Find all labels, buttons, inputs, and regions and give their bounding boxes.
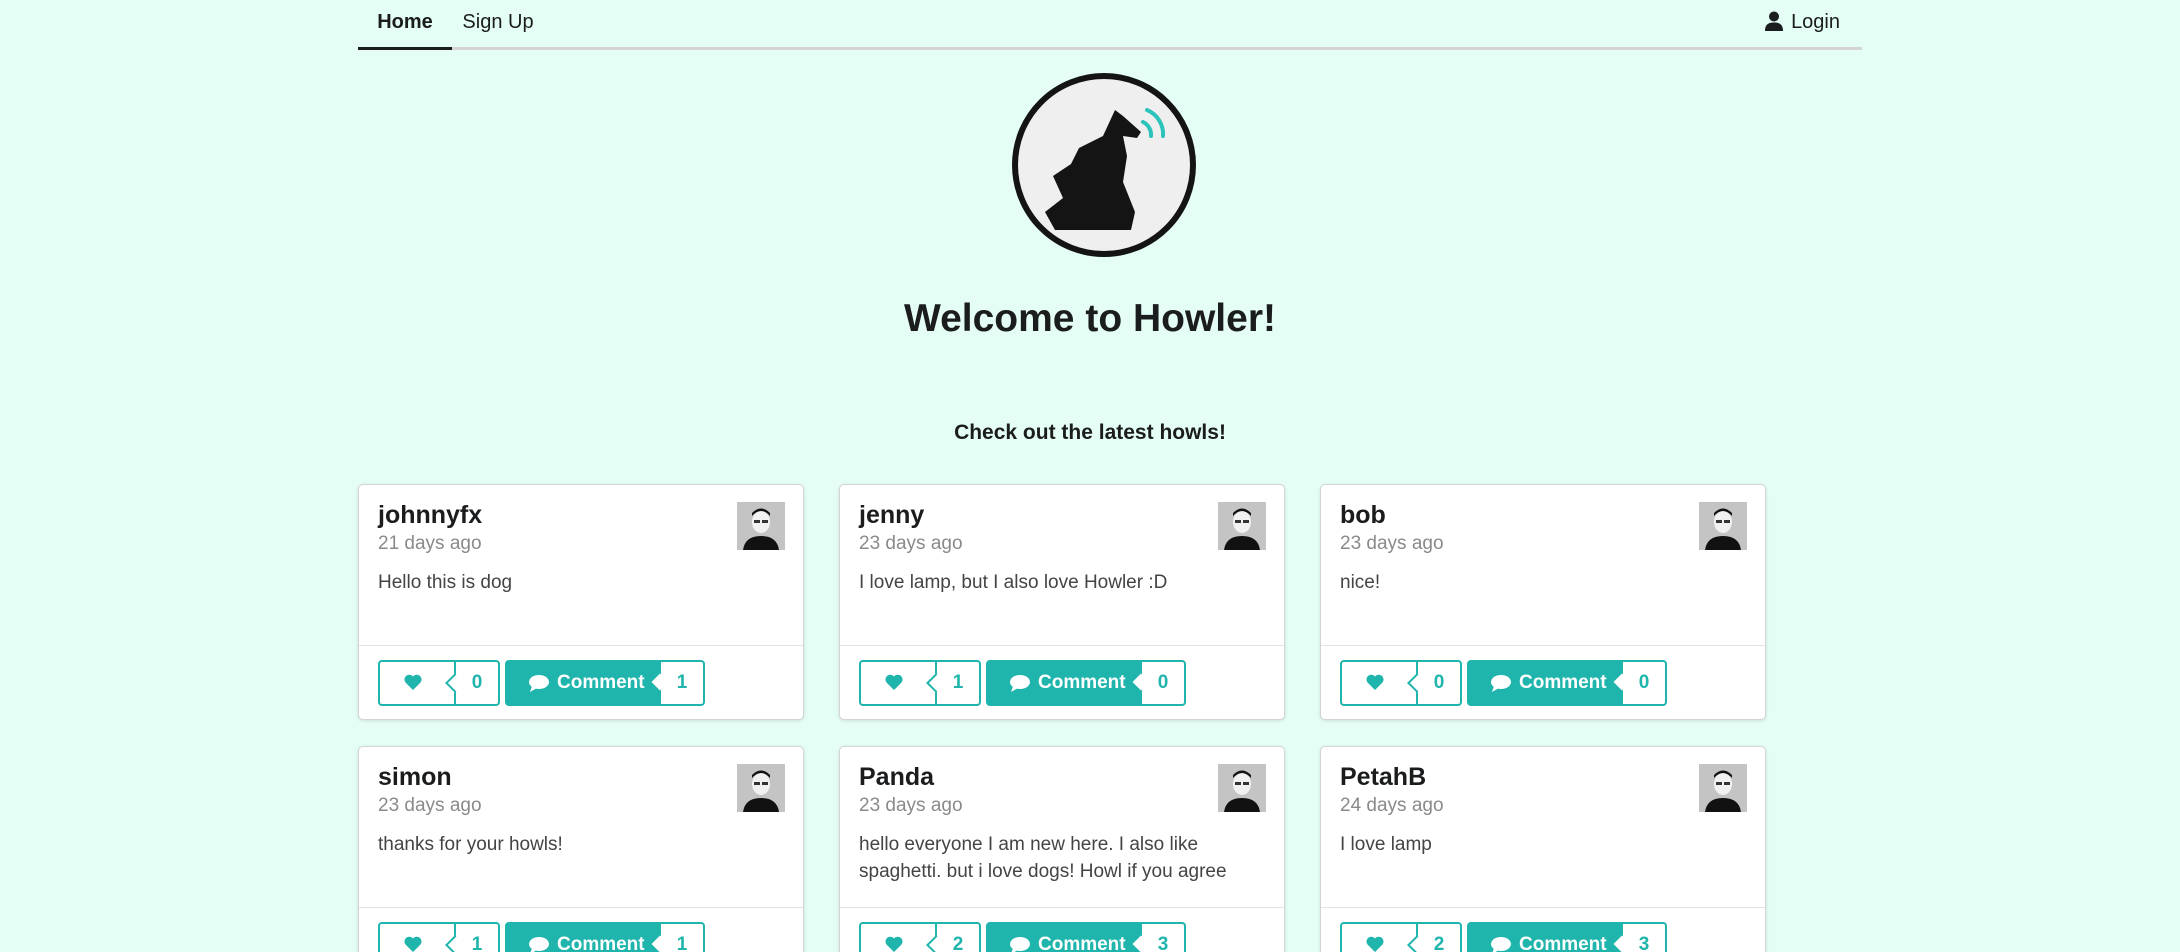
nav-login-link[interactable]: Login: [1720, 0, 1840, 50]
like-button[interactable]: 0: [378, 660, 500, 706]
page-title: Welcome to Howler!: [903, 297, 1276, 340]
like-button[interactable]: 2: [1340, 922, 1462, 952]
like-count: 1: [935, 662, 979, 704]
comment-icon: [1010, 937, 1030, 952]
like-button[interactable]: 1: [378, 922, 500, 952]
howl-timestamp: 23 days ago: [859, 795, 963, 816]
like-button[interactable]: 1: [859, 660, 981, 706]
howl-username[interactable]: jenny: [859, 501, 924, 530]
comment-label: Comment: [1038, 672, 1126, 693]
top-navigation: Home Sign Up Login: [358, 0, 1862, 50]
comment-count: 3: [1623, 924, 1665, 952]
comment-button[interactable]: Comment 3: [1467, 922, 1667, 952]
howl-timestamp: 21 days ago: [378, 533, 482, 554]
comment-label: Comment: [557, 672, 645, 693]
comment-icon: [529, 937, 549, 952]
comment-button[interactable]: Comment 3: [986, 922, 1186, 952]
comment-icon: [1491, 675, 1511, 692]
like-button[interactable]: 2: [859, 922, 981, 952]
avatar: [1218, 764, 1266, 812]
howl-timestamp: 23 days ago: [378, 795, 482, 816]
comment-icon: [1491, 937, 1511, 952]
howl-text: hello everyone I am new here. I also lik…: [859, 834, 1227, 882]
card-divider: [359, 907, 803, 908]
card-divider: [840, 645, 1284, 646]
comment-count: 0: [1623, 662, 1665, 704]
like-count: 1: [454, 924, 498, 952]
comment-count: 1: [661, 662, 703, 704]
like-count: 0: [1416, 662, 1460, 704]
howl-username[interactable]: bob: [1340, 501, 1386, 530]
avatar: [1218, 502, 1266, 550]
howl-username[interactable]: simon: [378, 763, 452, 792]
howler-wolf-logo: [1012, 73, 1196, 257]
howl-text: I love lamp, but I also love Howler :D: [859, 572, 1168, 593]
howl-text: nice!: [1340, 572, 1381, 593]
like-count: 0: [454, 662, 498, 704]
heart-icon: [1366, 936, 1384, 952]
nav-signup-link[interactable]: Sign Up: [452, 0, 544, 50]
howl-text: Hello this is dog: [378, 572, 513, 593]
heart-icon: [885, 674, 903, 690]
comment-button[interactable]: Comment 0: [1467, 660, 1667, 706]
card-divider: [1321, 907, 1765, 908]
comment-label: Comment: [1519, 672, 1607, 693]
heart-icon: [404, 936, 422, 952]
comment-icon: [529, 675, 549, 692]
howl-username[interactable]: johnnyfx: [378, 501, 482, 530]
comment-label: Comment: [1038, 934, 1126, 952]
comment-button[interactable]: Comment 1: [505, 660, 705, 706]
comment-button[interactable]: Comment 1: [505, 922, 705, 952]
comment-button[interactable]: Comment 0: [986, 660, 1186, 706]
howl-card: simon 23 days ago thanks for your howls!…: [358, 746, 804, 952]
howl-card: Panda 23 days ago hello everyone I am ne…: [839, 746, 1285, 952]
comment-label: Comment: [1519, 934, 1607, 952]
avatar: [737, 502, 785, 550]
comment-icon: [1010, 675, 1030, 692]
howl-text: I love lamp: [1340, 834, 1432, 855]
howl-timestamp: 23 days ago: [1340, 533, 1444, 554]
howl-text: thanks for your howls!: [378, 834, 563, 855]
avatar: [737, 764, 785, 812]
comment-count: 1: [661, 924, 703, 952]
card-divider: [1321, 645, 1765, 646]
avatar: [1699, 502, 1747, 550]
comment-label: Comment: [557, 934, 645, 952]
comment-count: 0: [1142, 662, 1184, 704]
howl-timestamp: 24 days ago: [1340, 795, 1444, 816]
avatar: [1699, 764, 1747, 812]
card-divider: [840, 907, 1284, 908]
like-count: 2: [1416, 924, 1460, 952]
comment-count: 3: [1142, 924, 1184, 952]
like-count: 2: [935, 924, 979, 952]
howl-timestamp: 23 days ago: [859, 533, 963, 554]
howl-card: PetahB 24 days ago I love lamp 2 Comment…: [1320, 746, 1766, 952]
page-subtitle: Check out the latest howls!: [954, 421, 1226, 444]
howl-username[interactable]: Panda: [859, 763, 934, 792]
heart-icon: [885, 936, 903, 952]
like-button[interactable]: 0: [1340, 660, 1462, 706]
login-label: Login: [1791, 11, 1840, 33]
howl-card: bob 23 days ago nice! 0 Comment 0: [1320, 484, 1766, 720]
card-divider: [359, 645, 803, 646]
howl-card: jenny 23 days ago I love lamp, but I als…: [839, 484, 1285, 720]
nav-home-link[interactable]: Home: [358, 0, 452, 50]
howl-card: johnnyfx 21 days ago Hello this is dog 0…: [358, 484, 804, 720]
howl-username[interactable]: PetahB: [1340, 763, 1426, 792]
heart-icon: [404, 674, 422, 690]
user-icon: [1765, 11, 1784, 31]
heart-icon: [1366, 674, 1384, 690]
